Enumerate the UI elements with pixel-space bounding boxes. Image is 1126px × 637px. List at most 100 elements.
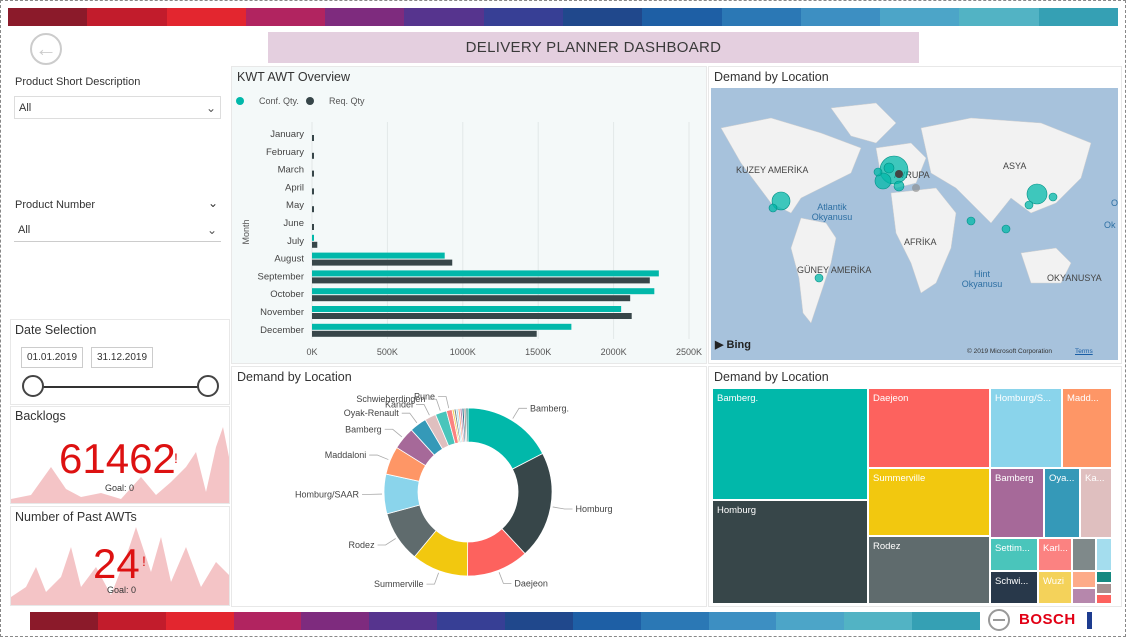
- legend-label: Conf. Qty.: [259, 96, 299, 106]
- map-bubbles: [768, 155, 1058, 283]
- bar[interactable]: [312, 206, 314, 213]
- past-awts-label: Number of Past AWTs: [15, 510, 137, 524]
- donut-panel: Demand by Location Bamberg. Homburg Daejeo…: [231, 366, 707, 607]
- bar[interactable]: [312, 241, 318, 248]
- treemap-cell[interactable]: Rodez: [868, 536, 990, 604]
- category-label: March: [278, 165, 304, 176]
- bubble: [893, 180, 905, 192]
- bar[interactable]: [312, 330, 537, 337]
- past-awts-alert-icon: !: [142, 553, 146, 569]
- donut-slice[interactable]: [465, 407, 469, 443]
- bar[interactable]: [312, 170, 314, 177]
- category-label: April: [285, 182, 304, 193]
- bar[interactable]: [312, 234, 314, 241]
- past-awts-goal: Goal: 0: [107, 585, 137, 595]
- bar[interactable]: [312, 313, 632, 319]
- bar[interactable]: [312, 277, 650, 284]
- treemap-cell[interactable]: [1096, 583, 1112, 594]
- demand-map[interactable]: KUZEY AMERİKA AVRUPA ASYA Atlantik Okyan…: [711, 88, 1118, 360]
- end-date-input[interactable]: 31.12.2019: [91, 347, 154, 368]
- treemap-cell[interactable]: [1096, 538, 1112, 571]
- treemap-cell[interactable]: Daejeon: [868, 388, 990, 468]
- leader-line: [384, 428, 403, 438]
- bar[interactable]: [312, 259, 453, 266]
- map-copyright: © 2019 Microsoft Corporation: [967, 348, 1052, 355]
- category-label: October: [270, 289, 304, 300]
- bar[interactable]: [312, 306, 622, 312]
- back-arrow-icon[interactable]: ←: [30, 33, 62, 65]
- map-terms-link[interactable]: Terms: [1075, 348, 1093, 355]
- category-label: May: [286, 200, 304, 211]
- treemap-cell[interactable]: [1072, 588, 1096, 604]
- product-short-desc-dropdown[interactable]: All ⌄: [14, 96, 221, 119]
- bing-logo: ▶ Bing: [715, 339, 751, 351]
- legend-marker: [236, 97, 244, 105]
- x-tick-label: 2500K: [676, 347, 702, 357]
- backlogs-label: Backlogs: [15, 409, 66, 423]
- leader-line: [377, 538, 396, 546]
- product-short-desc-label: Product Short Description: [15, 76, 141, 88]
- bosch-logo-icon: [988, 609, 1010, 631]
- date-slider-start-handle[interactable]: [22, 375, 44, 397]
- bottom-color-bar: [30, 612, 981, 630]
- treemap-cell[interactable]: Karl...: [1038, 538, 1072, 571]
- treemap-cell[interactable]: Bamberg.: [712, 388, 868, 500]
- treemap-cell[interactable]: [1096, 571, 1112, 583]
- donut-label: Homburg/SAAR: [295, 489, 360, 499]
- treemap-cell[interactable]: Madd...: [1062, 388, 1112, 468]
- bubble: [873, 167, 883, 177]
- x-tick-label: 2000K: [601, 347, 627, 357]
- bubble: [1001, 224, 1011, 234]
- bar[interactable]: [312, 288, 655, 295]
- bar[interactable]: [312, 270, 659, 277]
- category-label: February: [266, 147, 304, 158]
- treemap-cell[interactable]: Schwi...: [990, 571, 1038, 604]
- date-slider-end-handle[interactable]: [197, 375, 219, 397]
- treemap-cell[interactable]: Oya...: [1044, 468, 1080, 538]
- treemap-cell[interactable]: Ka...: [1080, 468, 1112, 538]
- bar[interactable]: [312, 252, 445, 259]
- bar[interactable]: [312, 188, 314, 195]
- product-number-dropdown[interactable]: All ⌄: [14, 219, 221, 242]
- kwt-awt-overview-panel: KWT AWT Overview 0K 500K 1000K 1500K 2000K 25…: [231, 66, 707, 364]
- kwt-awt-bar-chart[interactable]: 0K 500K 1000K 1500K 2000K 2500K Month Conf. Qty…: [232, 67, 706, 363]
- treemap-cell[interactable]: Settim...: [990, 538, 1038, 571]
- demand-donut-chart[interactable]: Bamberg. Homburg Daejeon Summerville Rodez Ho…: [232, 367, 706, 606]
- chevron-down-icon: ⌄: [206, 223, 217, 237]
- bar[interactable]: [312, 152, 314, 159]
- bar[interactable]: [312, 224, 314, 230]
- date-selection-label: Date Selection: [15, 323, 97, 337]
- bubble: [912, 184, 920, 192]
- leader-line: [498, 572, 512, 584]
- legend-label: Req. Qty: [329, 96, 365, 106]
- treemap-cell[interactable]: [1072, 538, 1096, 571]
- treemap-cell[interactable]: Homburg: [712, 500, 868, 604]
- backlogs-alert-icon: !: [174, 450, 178, 466]
- treemap-cell[interactable]: Wuzi: [1038, 571, 1072, 604]
- demand-treemap[interactable]: Bamberg. Homburg Daejeon Summerville Rod…: [712, 388, 1112, 604]
- treemap-cell[interactable]: [1072, 571, 1096, 588]
- treemap-cell[interactable]: Summerville: [868, 468, 990, 536]
- product-number-expand-chevron-icon[interactable]: ⌄: [208, 196, 218, 210]
- page-title: DELIVERY PLANNER DASHBOARD: [268, 32, 919, 63]
- bar[interactable]: [312, 295, 631, 302]
- category-label: July: [287, 236, 304, 247]
- treemap-cell[interactable]: [1096, 594, 1112, 604]
- bar[interactable]: [312, 135, 314, 141]
- bosch-wordmark: BOSCH: [1019, 611, 1076, 628]
- y-axis-title: Month: [241, 219, 251, 244]
- leader-line: [426, 572, 439, 585]
- donut-label: Daejeon: [514, 578, 548, 588]
- start-date-input[interactable]: 01.01.2019: [21, 347, 84, 368]
- treemap-cell[interactable]: Homburg/S...: [990, 388, 1062, 468]
- donut-label: Bamberg: [345, 424, 382, 434]
- bubble: [895, 170, 903, 178]
- leader-line: [552, 506, 573, 510]
- bar[interactable]: [312, 323, 572, 330]
- treemap-cell[interactable]: Bamberg: [990, 468, 1044, 538]
- date-slider-track[interactable]: [32, 386, 208, 388]
- donut-label: Maddaloni: [325, 450, 367, 460]
- bubble: [1048, 192, 1058, 202]
- category-label: August: [274, 254, 304, 265]
- category-label: September: [258, 271, 304, 282]
